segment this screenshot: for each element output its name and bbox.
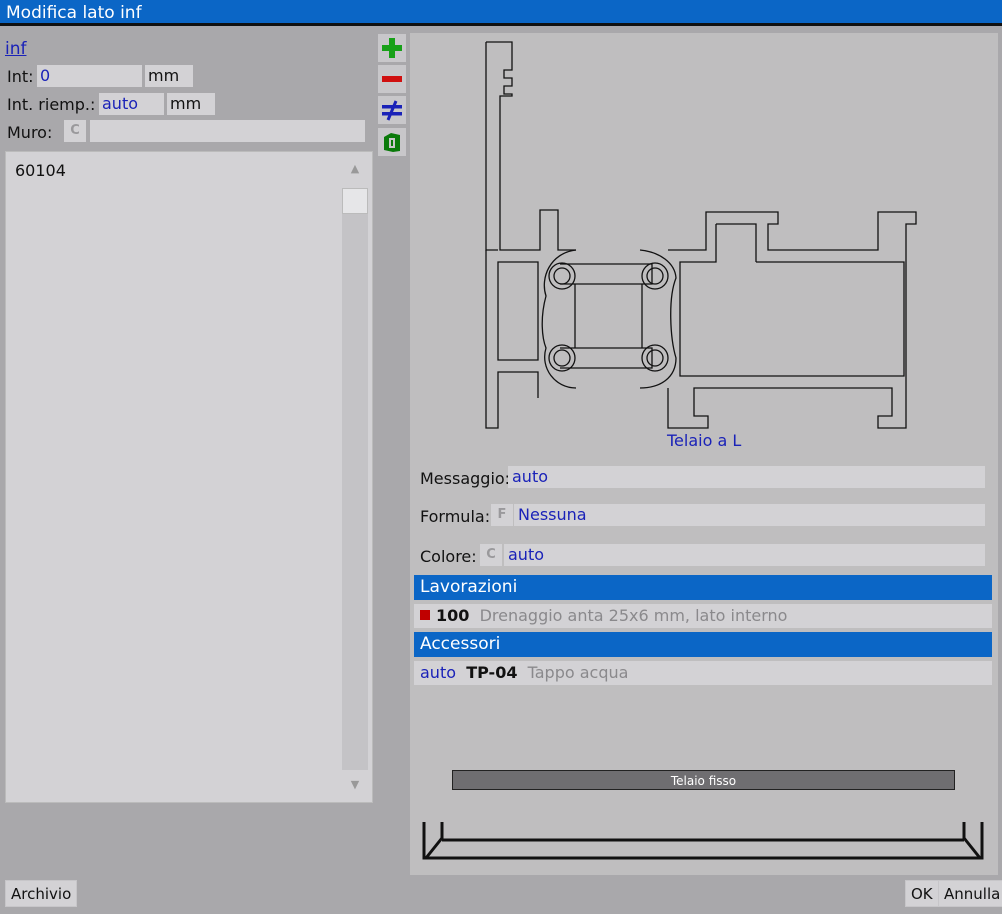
add-icon — [382, 38, 402, 58]
int-field[interactable]: 0 — [37, 65, 142, 87]
formula-badge[interactable]: F — [491, 504, 513, 526]
accessorio-qty: auto — [420, 663, 457, 682]
accessorio-desc: Tappo acqua — [527, 663, 629, 682]
scroll-down-icon[interactable]: ▼ — [342, 778, 368, 798]
colore-label: Colore: — [420, 547, 477, 566]
list-scrollbar[interactable]: ▲ ▼ — [342, 158, 368, 798]
profile-button[interactable] — [378, 128, 406, 156]
scroll-thumb[interactable] — [342, 188, 368, 214]
scroll-up-icon[interactable]: ▲ — [342, 162, 368, 182]
riemp-field[interactable]: auto — [99, 93, 164, 115]
annulla-button[interactable]: Annulla — [938, 880, 1002, 907]
profile-drawing — [485, 41, 917, 429]
muro-field[interactable] — [90, 120, 365, 142]
lavorazione-desc: Drenaggio anta 25x6 mm, lato interno — [479, 606, 788, 625]
int-label: Int: — [7, 67, 34, 86]
riemp-unit: mm — [167, 93, 215, 115]
frame-bar: Telaio fisso — [452, 770, 955, 790]
profile-caption: Telaio a L — [667, 431, 742, 450]
scroll-track[interactable] — [342, 188, 368, 770]
profile-icon — [384, 133, 400, 152]
archivio-button[interactable]: Archivio — [5, 880, 78, 907]
lavorazione-code: 100 — [436, 606, 470, 625]
lavorazioni-header[interactable]: Lavorazioni — [414, 575, 992, 600]
muro-color-badge[interactable]: C — [64, 120, 86, 142]
window-title: Modifica lato inf — [0, 0, 1002, 26]
profile-list[interactable]: 60104 ▲ ▼ — [5, 151, 373, 803]
frame-section-drawing — [422, 822, 984, 860]
accessori-header[interactable]: Accessori — [414, 632, 992, 657]
colore-badge[interactable]: C — [480, 544, 502, 566]
messaggio-field[interactable]: auto — [508, 466, 985, 488]
add-button[interactable] — [378, 34, 406, 62]
remove-button[interactable] — [378, 65, 406, 93]
formula-field[interactable]: Nessuna — [514, 504, 985, 526]
muro-label: Muro: — [7, 123, 53, 142]
lavorazioni-row[interactable]: 100 Drenaggio anta 25x6 mm, lato interno — [414, 604, 992, 628]
accessori-row[interactable]: auto TP-04 Tappo acqua — [414, 661, 992, 685]
riemp-label: Int. riemp.: — [7, 95, 96, 114]
list-item[interactable]: 60104 — [15, 161, 66, 180]
not-equal-icon — [382, 100, 402, 121]
not-equal-button[interactable] — [378, 96, 406, 124]
formula-label: Formula: — [420, 507, 491, 526]
remove-icon — [382, 76, 402, 82]
int-unit: mm — [145, 65, 193, 87]
messaggio-label: Messaggio: — [420, 469, 511, 488]
ok-button[interactable]: OK — [905, 880, 939, 907]
side-title: inf — [5, 39, 27, 59]
status-square-icon — [420, 610, 430, 620]
colore-field[interactable]: auto — [504, 544, 985, 566]
accessorio-code: TP-04 — [466, 663, 518, 682]
